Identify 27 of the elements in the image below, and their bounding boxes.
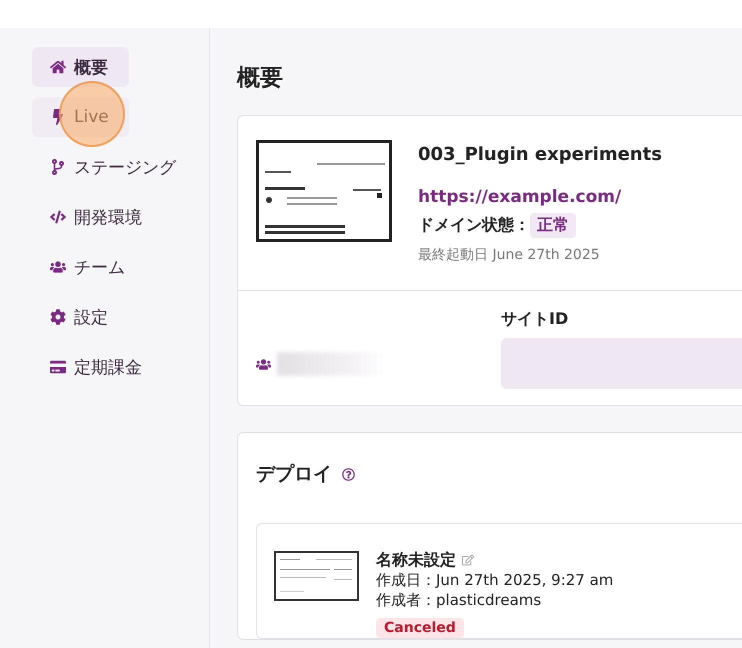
site-name: 003_Plugin experiments	[418, 144, 662, 165]
sidebar-item[interactable]: 設定	[32, 297, 126, 337]
deploy-title: デプロイ	[256, 462, 332, 487]
last-started-text: 最終起動日 June 27th 2025	[418, 246, 601, 264]
help-icon[interactable]	[342, 468, 355, 480]
domain-status-label: ドメイン状態：	[418, 215, 530, 236]
page-title: 概要	[237, 64, 284, 93]
users-icon	[256, 356, 271, 372]
author-text: 作成者：plasticdreams	[376, 590, 542, 610]
home-icon	[50, 59, 66, 75]
sidebar-item[interactable]: チーム	[32, 247, 143, 287]
code-icon	[50, 209, 66, 225]
sidebar-item[interactable]: 概要	[32, 47, 129, 87]
users-icon	[50, 259, 66, 275]
created-date-text: 作成日：Jun 27th 2025, 9:27 am	[376, 570, 614, 590]
deploy-name: 名称未設定	[376, 550, 456, 570]
site-id-label: サイトID	[501, 309, 570, 330]
card-icon	[50, 359, 66, 375]
site-url-link[interactable]: https://example.com/	[418, 187, 662, 207]
sidebar-item[interactable]: ステージング	[32, 147, 194, 187]
branch-icon	[50, 159, 66, 175]
domain-status-badge: 正常	[530, 213, 576, 238]
sidebar-item[interactable]: 開発環境	[32, 197, 160, 237]
lightning-icon	[50, 109, 66, 125]
settings-icon	[50, 309, 66, 325]
status-badge: Canceled	[376, 618, 464, 638]
sidebar-item[interactable]: 定期課金	[32, 347, 160, 387]
